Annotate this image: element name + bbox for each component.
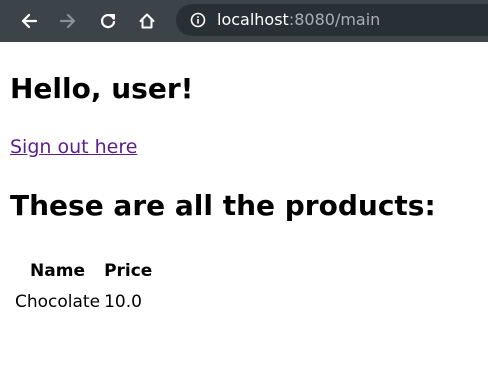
products-table: Name Price Chocolate 10.0 (12, 254, 155, 318)
product-name-cell: Chocolate (15, 292, 101, 312)
column-header-name: Name (30, 261, 85, 281)
back-arrow-icon (21, 13, 38, 29)
url-host: localhost (217, 10, 289, 29)
home-button[interactable] (132, 6, 162, 36)
forward-arrow-icon (59, 13, 76, 29)
sign-out-link[interactable]: Sign out here (10, 135, 137, 159)
column-header-price: Price (104, 261, 153, 281)
home-icon (139, 13, 155, 29)
browser-toolbar: localhost:8080/main (0, 0, 488, 42)
info-icon[interactable] (190, 12, 206, 28)
products-heading: These are all the products: (10, 189, 436, 222)
back-button[interactable] (14, 6, 44, 36)
address-bar[interactable]: localhost:8080/main (176, 4, 488, 36)
product-price-cell: 10.0 (104, 292, 142, 312)
greeting-heading: Hello, user! (10, 72, 194, 105)
url-path: :8080/main (288, 10, 381, 29)
reload-button[interactable] (93, 6, 123, 36)
table-row: Chocolate 10.0 (14, 288, 153, 316)
table-header-row: Name Price (14, 256, 153, 286)
reload-icon (100, 14, 116, 29)
forward-button[interactable] (53, 6, 83, 36)
url-text[interactable]: localhost:8080/main (217, 10, 380, 30)
